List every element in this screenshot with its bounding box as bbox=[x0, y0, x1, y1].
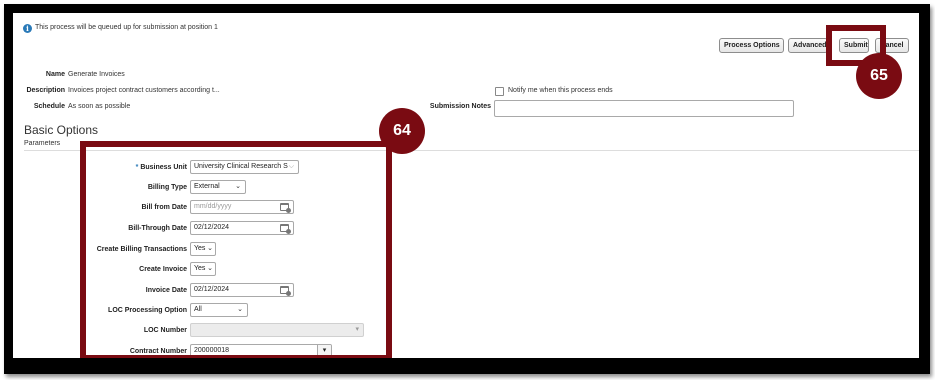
advanced-button[interactable]: Advanced bbox=[788, 38, 828, 53]
parameters-highlight-box bbox=[80, 141, 392, 358]
notify-checkbox[interactable] bbox=[495, 87, 504, 96]
info-message: This process will be queued up for submi… bbox=[35, 24, 218, 31]
info-icon: i bbox=[23, 24, 32, 33]
process-submission-page: i This process will be queued up for sub… bbox=[13, 13, 919, 358]
schedule-value: As soon as possible bbox=[68, 103, 131, 110]
notify-label: Notify me when this process ends bbox=[508, 87, 613, 94]
process-options-button[interactable]: Process Options bbox=[719, 38, 784, 53]
name-value: Generate Invoices bbox=[68, 71, 125, 78]
submission-notes-field[interactable] bbox=[494, 100, 794, 117]
name-label: Name bbox=[45, 71, 65, 78]
step-65-badge: 65 bbox=[856, 53, 902, 99]
submission-notes-label: Submission Notes bbox=[429, 103, 491, 110]
description-label: Description bbox=[26, 87, 65, 94]
description-value: Invoices project contract customers acco… bbox=[68, 87, 220, 94]
parameters-label: Parameters bbox=[24, 140, 61, 147]
basic-options-heading: Basic Options bbox=[24, 123, 99, 137]
schedule-label: Schedule bbox=[33, 103, 65, 110]
step-64-badge: 64 bbox=[379, 108, 425, 154]
